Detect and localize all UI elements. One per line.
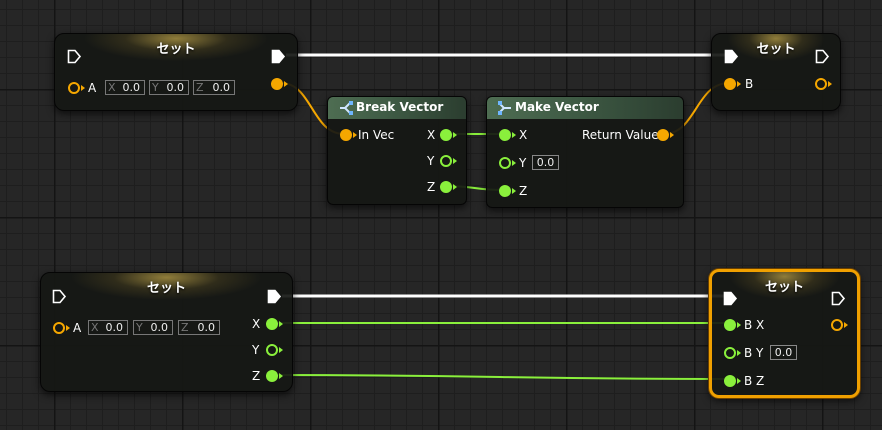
set-b-node-top[interactable]: セット B <box>711 33 841 111</box>
y-field[interactable]: Y 0.0 <box>133 320 173 335</box>
a-label: A <box>88 81 97 95</box>
wire-a-z-to-b-z[interactable] <box>270 374 730 380</box>
y-value-field[interactable]: 0.0 <box>532 155 559 170</box>
exec-in-pin[interactable] <box>723 291 738 306</box>
axis-label: Z <box>196 81 204 94</box>
out-y-label: Y <box>427 154 435 168</box>
a-input-pin[interactable] <box>53 322 65 334</box>
make-vector-node[interactable]: Make Vector X Return Value Y 0.0 Z <box>486 96 684 208</box>
pin-arrow <box>670 132 674 138</box>
out-x-label: X <box>252 317 261 331</box>
pin-arrow <box>828 81 832 87</box>
pin-arrow <box>279 347 283 353</box>
make-struct-icon <box>498 101 511 115</box>
axis-value: 0.0 <box>212 81 231 94</box>
axis-value: 0.0 <box>197 321 216 334</box>
b-z-pin[interactable] <box>724 375 736 387</box>
pin-arrow <box>453 184 457 190</box>
node-title: Make Vector <box>515 100 599 114</box>
exec-in-pin[interactable] <box>724 49 739 64</box>
node-title: セット <box>156 42 196 57</box>
break-vector-node[interactable]: Break Vector In Vec X Y Z <box>327 96 467 205</box>
axis-label: Y <box>136 321 143 334</box>
pin-arrow <box>512 188 516 194</box>
out-x-pin[interactable] <box>266 318 278 330</box>
pin-arrow <box>453 132 457 138</box>
pin-arrow <box>353 132 357 138</box>
x-field[interactable]: X 0.0 <box>88 320 128 335</box>
b-y-value-field[interactable]: 0.0 <box>770 345 797 360</box>
a-input-pin[interactable] <box>68 82 80 94</box>
exec-out-pin[interactable] <box>831 291 846 306</box>
b-y-label: B Y <box>744 346 764 360</box>
out-y-pin[interactable] <box>440 155 452 167</box>
b-label: B <box>745 77 754 91</box>
exec-out-pin[interactable] <box>271 49 286 64</box>
pin-arrow <box>279 373 283 379</box>
in-x-label: X <box>519 128 528 142</box>
out-z-pin[interactable] <box>266 370 278 382</box>
in-vec-label: In Vec <box>358 128 395 142</box>
y-field[interactable]: Y 0.0 <box>149 80 189 95</box>
b-y-pin[interactable] <box>724 347 736 359</box>
a-label: A <box>73 321 82 335</box>
z-field[interactable]: Z 0.0 <box>178 320 220 335</box>
pin-arrow <box>66 325 70 331</box>
in-vec-pin[interactable] <box>340 129 352 141</box>
axis-value: 0.0 <box>150 321 169 334</box>
exec-out-pin[interactable] <box>267 289 282 304</box>
pin-arrow <box>844 322 848 328</box>
pin-arrow <box>81 85 85 91</box>
b-output-pin[interactable] <box>815 78 827 90</box>
pin-arrow <box>737 350 741 356</box>
a-output-pin[interactable] <box>271 78 283 90</box>
pin-arrow <box>284 81 288 87</box>
b-output-pin[interactable] <box>831 319 843 331</box>
b-x-label: B X <box>744 318 765 332</box>
return-value-pin[interactable] <box>657 129 669 141</box>
pin-arrow <box>453 158 457 164</box>
pin-arrow <box>512 160 516 166</box>
out-y-pin[interactable] <box>266 344 278 356</box>
node-title: セット <box>146 281 186 296</box>
axis-label: X <box>108 81 116 94</box>
b-z-label: B Z <box>744 374 765 388</box>
return-value-label: Return Value <box>582 128 659 142</box>
axis-label: Y <box>152 81 159 94</box>
axis-label: X <box>91 321 99 334</box>
pin-arrow <box>279 321 283 327</box>
break-struct-icon <box>340 101 353 115</box>
pin-arrow <box>737 322 741 328</box>
exec-in-pin[interactable] <box>52 289 67 304</box>
x-field[interactable]: X 0.0 <box>105 80 145 95</box>
out-x-label: X <box>427 128 436 142</box>
pin-arrow <box>737 378 741 384</box>
pin-arrow <box>512 132 516 138</box>
exec-in-pin[interactable] <box>67 49 82 64</box>
axis-value: 0.0 <box>105 321 124 334</box>
in-z-label: Z <box>519 184 528 198</box>
in-z-pin[interactable] <box>499 185 511 197</box>
set-b-node-bottom[interactable]: セット B X B Y 0.0 B Z <box>709 269 860 398</box>
axis-label: Z <box>181 321 189 334</box>
out-y-label: Y <box>252 343 260 357</box>
in-y-pin[interactable] <box>499 157 511 169</box>
set-a-node-top[interactable]: セット A X 0.0 Y 0.0 Z 0.0 <box>54 33 298 111</box>
axis-value: 0.0 <box>166 81 185 94</box>
out-z-pin[interactable] <box>440 181 452 193</box>
exec-out-pin[interactable] <box>815 49 830 64</box>
pin-arrow <box>737 81 741 87</box>
out-z-label: Z <box>252 369 261 383</box>
axis-value: 0.0 <box>122 81 141 94</box>
b-input-pin[interactable] <box>724 78 736 90</box>
z-field[interactable]: Z 0.0 <box>193 80 235 95</box>
set-a-node-bottom[interactable]: セット A X 0.0 Y 0.0 Z 0.0 X Y Z <box>40 272 293 392</box>
out-x-pin[interactable] <box>440 129 452 141</box>
in-x-pin[interactable] <box>499 129 511 141</box>
out-z-label: Z <box>427 180 436 194</box>
node-title: Break Vector <box>356 100 444 114</box>
in-y-label: Y <box>519 156 527 170</box>
b-x-pin[interactable] <box>724 319 736 331</box>
